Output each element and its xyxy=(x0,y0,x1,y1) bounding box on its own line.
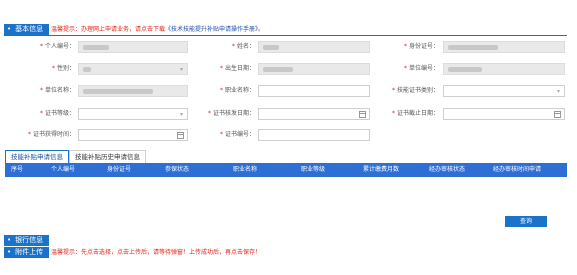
manual-download-link[interactable]: 《技术技能提升补贴申请操作手册》 xyxy=(165,26,258,33)
column-header: 序号 xyxy=(10,166,23,173)
column-header: 身份证号 xyxy=(106,166,131,173)
download-notice: 温馨提示：办理网上申请业务，请点击下载《技术技能提升补贴申请操作手册》。 xyxy=(51,26,265,33)
gender-select[interactable]: ▾ xyxy=(78,63,188,75)
upload-tab[interactable]: • 附件上传 xyxy=(4,247,50,258)
unit-name-label: * 单位名称： xyxy=(39,87,75,94)
unit-name-field[interactable] xyxy=(78,85,188,97)
name-field[interactable] xyxy=(258,41,370,53)
skill-level-select[interactable]: ▾ xyxy=(443,85,565,97)
profession-field[interactable] xyxy=(258,85,370,97)
basic-info-tab: • 基本信息 xyxy=(4,24,50,35)
cert-obtain-date-label: * 证书获得时间： xyxy=(27,131,75,138)
tab-subsidy-application[interactable]: 技能补贴申请信息 xyxy=(5,150,69,163)
section-divider xyxy=(4,35,567,36)
column-header: 经办审核状态 xyxy=(428,166,465,173)
skill-level-label: * 技能证书类别： xyxy=(391,87,439,94)
column-header: 累计缴费月数 xyxy=(362,166,399,173)
table-header: 序号 个人编号 身份证号 参保状态 职业名称 职业等级 累计缴费月数 经办审核状… xyxy=(5,163,567,177)
subsidy-tabs: 技能补贴申请信息 技能补贴历史申请信息 xyxy=(5,150,146,163)
cert-expiry-date-label: * 证书截止日期： xyxy=(391,110,439,117)
unit-id-label: * 单位编号： xyxy=(403,65,439,72)
cert-obtain-date-field[interactable] xyxy=(78,129,188,141)
unit-id-field[interactable] xyxy=(443,63,565,75)
upload-notice: 温馨提示：先点击选择，点击上传后，请等待弹窗！上传成功后，再点击保存！ xyxy=(51,249,262,256)
cert-expiry-date-field[interactable] xyxy=(443,108,565,120)
id-number-field[interactable] xyxy=(443,41,565,53)
column-header: 经办审核时间申请 xyxy=(492,166,541,173)
gender-label: * 性别： xyxy=(51,65,75,72)
calendar-icon[interactable] xyxy=(359,111,366,118)
cert-issue-date-field[interactable] xyxy=(258,108,370,120)
personal-id-field[interactable] xyxy=(78,41,188,53)
calendar-icon[interactable] xyxy=(554,111,561,118)
chevron-down-icon: ▾ xyxy=(179,66,183,73)
cert-level-label: * 证书等级： xyxy=(39,110,75,117)
birth-date-label: * 出生日期： xyxy=(219,65,255,72)
personal-id-label: * 个人编号： xyxy=(39,43,75,50)
cert-number-label: * 证书编号： xyxy=(219,131,255,138)
column-header: 参保状态 xyxy=(164,166,189,173)
birth-date-field[interactable] xyxy=(258,63,370,75)
calendar-icon[interactable] xyxy=(177,132,184,139)
cert-issue-date-label: * 证书核发日期： xyxy=(207,110,255,117)
column-header: 个人编号 xyxy=(50,166,75,173)
chevron-down-icon: ▾ xyxy=(179,111,183,118)
tab-subsidy-history[interactable]: 技能补贴历史申请信息 xyxy=(69,150,146,163)
profession-label: * 职业名称： xyxy=(219,87,255,94)
column-header: 职业等级 xyxy=(300,166,325,173)
cert-level-select[interactable]: ▾ xyxy=(78,108,188,120)
cert-number-field[interactable] xyxy=(258,129,370,141)
column-header: 职业名称 xyxy=(232,166,257,173)
bank-info-tab[interactable]: • 银行信息 xyxy=(4,235,50,246)
chevron-down-icon: ▾ xyxy=(556,88,560,95)
id-number-label: * 身份证号： xyxy=(403,43,439,50)
name-label: * 姓名： xyxy=(231,43,255,50)
table-body xyxy=(5,177,567,211)
bank-info-label: 银行信息 xyxy=(15,236,44,244)
upload-label: 附件上传 xyxy=(15,248,44,256)
query-button[interactable]: 查询 xyxy=(505,216,547,227)
basic-info-label: 基本信息 xyxy=(15,25,44,33)
